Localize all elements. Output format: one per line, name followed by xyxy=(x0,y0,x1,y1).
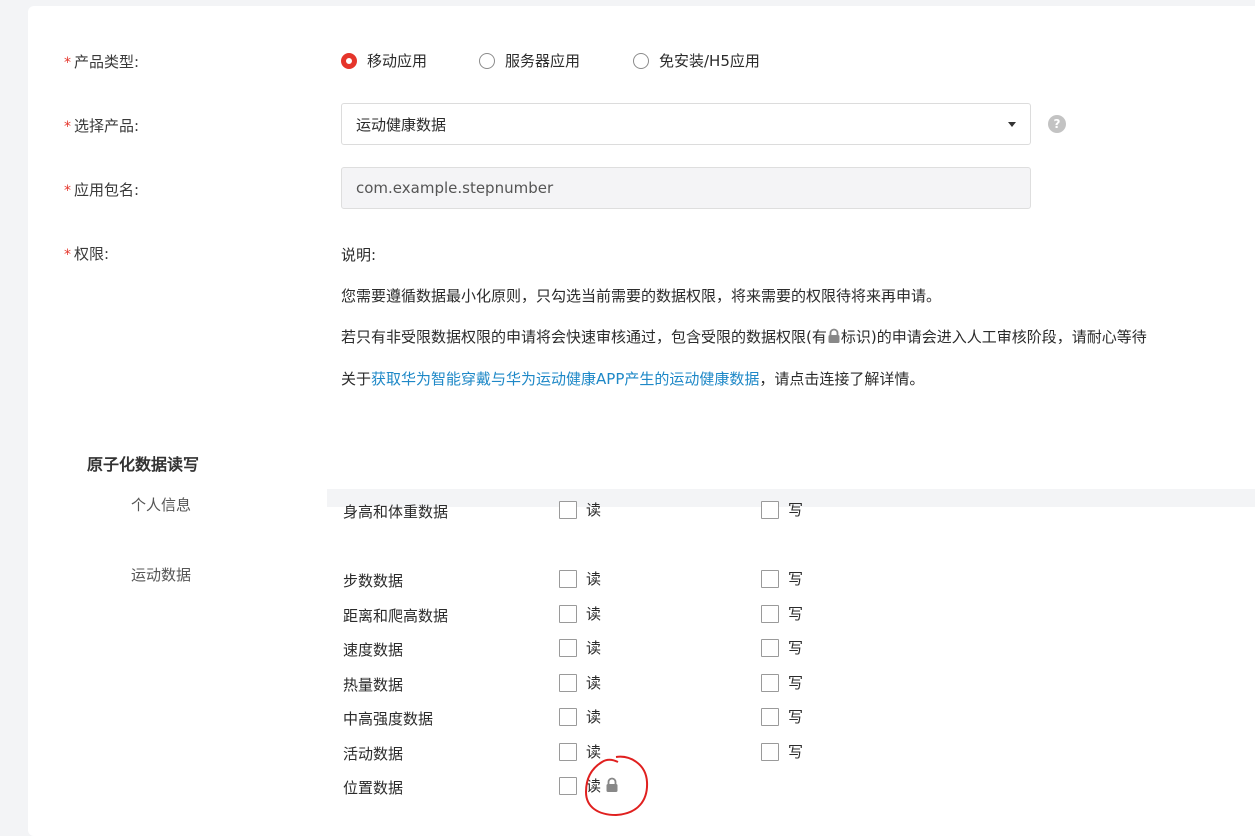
item-label: 活动数据 xyxy=(343,745,404,763)
item-label: 热量数据 xyxy=(343,676,404,694)
write-checkbox[interactable]: 写 xyxy=(761,603,803,624)
permissions-desc-title: 说明: xyxy=(341,246,377,264)
checkbox-icon xyxy=(761,673,779,692)
write-checkbox[interactable]: 写 xyxy=(761,706,803,727)
checkbox-icon xyxy=(559,742,577,761)
select-product-label: * 选择产品: xyxy=(64,117,140,135)
item-label: 速度数据 xyxy=(343,641,404,659)
radio-h5-app[interactable]: 免安装/H5应用 xyxy=(633,50,760,71)
checkbox-icon xyxy=(761,638,779,657)
permissions-desc-line2: 若只有非受限数据权限的申请将会快速审核通过，包含受限的数据权限(有 标识)的申请会… xyxy=(341,328,1147,346)
item-label: 中高强度数据 xyxy=(343,710,434,728)
checkbox-icon xyxy=(559,638,577,657)
read-checkbox[interactable]: 读 xyxy=(559,568,601,589)
caret-down-icon xyxy=(1008,121,1016,127)
permissions-desc-line1: 您需要遵循数据最小化原则，只勾选当前需要的数据权限，将来需要的权限待将来再申请。 xyxy=(341,287,942,305)
read-checkbox[interactable]: 读 xyxy=(559,603,601,624)
radio-unchecked-icon xyxy=(633,52,649,69)
group-label-sport-data: 运动数据 xyxy=(131,566,192,584)
read-checkbox[interactable]: 读 xyxy=(559,499,601,520)
item-label: 位置数据 xyxy=(343,779,404,797)
package-name-input[interactable]: com.example.stepnumber xyxy=(341,167,1031,209)
health-data-link[interactable]: 获取华为智能穿戴与华为运动健康APP产生的运动健康数据 xyxy=(371,370,759,388)
checkbox-icon xyxy=(559,569,577,588)
annotation-circle xyxy=(584,755,649,817)
product-select[interactable]: 运动健康数据 xyxy=(341,103,1031,145)
radio-mobile-app[interactable]: 移动应用 xyxy=(341,50,427,71)
radio-server-app[interactable]: 服务器应用 xyxy=(479,50,580,71)
lock-icon xyxy=(827,328,841,346)
write-checkbox[interactable]: 写 xyxy=(761,741,803,762)
radio-unchecked-icon xyxy=(479,52,495,69)
write-checkbox[interactable]: 写 xyxy=(761,637,803,658)
write-checkbox[interactable]: 写 xyxy=(761,672,803,693)
permissions-desc-line3: 关于获取华为智能穿戴与华为运动健康APP产生的运动健康数据，请点击连接了解详情。 xyxy=(341,370,925,388)
permissions-label: * 权限: xyxy=(64,245,110,263)
read-checkbox[interactable]: 读 xyxy=(559,637,601,658)
checkbox-icon xyxy=(761,569,779,588)
radio-checked-icon xyxy=(341,52,357,69)
checkbox-icon xyxy=(559,673,577,692)
checkbox-icon xyxy=(761,742,779,761)
checkbox-icon xyxy=(761,707,779,726)
group-label-personal-info: 个人信息 xyxy=(131,496,192,514)
checkbox-icon xyxy=(761,500,779,519)
checkbox-icon xyxy=(559,707,577,726)
read-checkbox[interactable]: 读 xyxy=(559,672,601,693)
checkbox-icon xyxy=(761,604,779,623)
item-label: 距离和爬高数据 xyxy=(343,607,449,625)
atomic-section-title: 原子化数据读写 xyxy=(87,455,200,474)
checkbox-icon xyxy=(559,604,577,623)
checkbox-icon xyxy=(559,500,577,519)
read-checkbox[interactable]: 读 xyxy=(559,706,601,727)
item-label: 步数数据 xyxy=(343,572,404,590)
product-type-label: * 产品类型: xyxy=(64,53,140,71)
item-label: 身高和体重数据 xyxy=(343,503,449,521)
write-checkbox[interactable]: 写 xyxy=(761,499,803,520)
checkbox-icon xyxy=(559,776,577,795)
package-name-label: * 应用包名: xyxy=(64,181,140,199)
help-icon[interactable]: ? xyxy=(1048,115,1066,133)
write-checkbox[interactable]: 写 xyxy=(761,568,803,589)
